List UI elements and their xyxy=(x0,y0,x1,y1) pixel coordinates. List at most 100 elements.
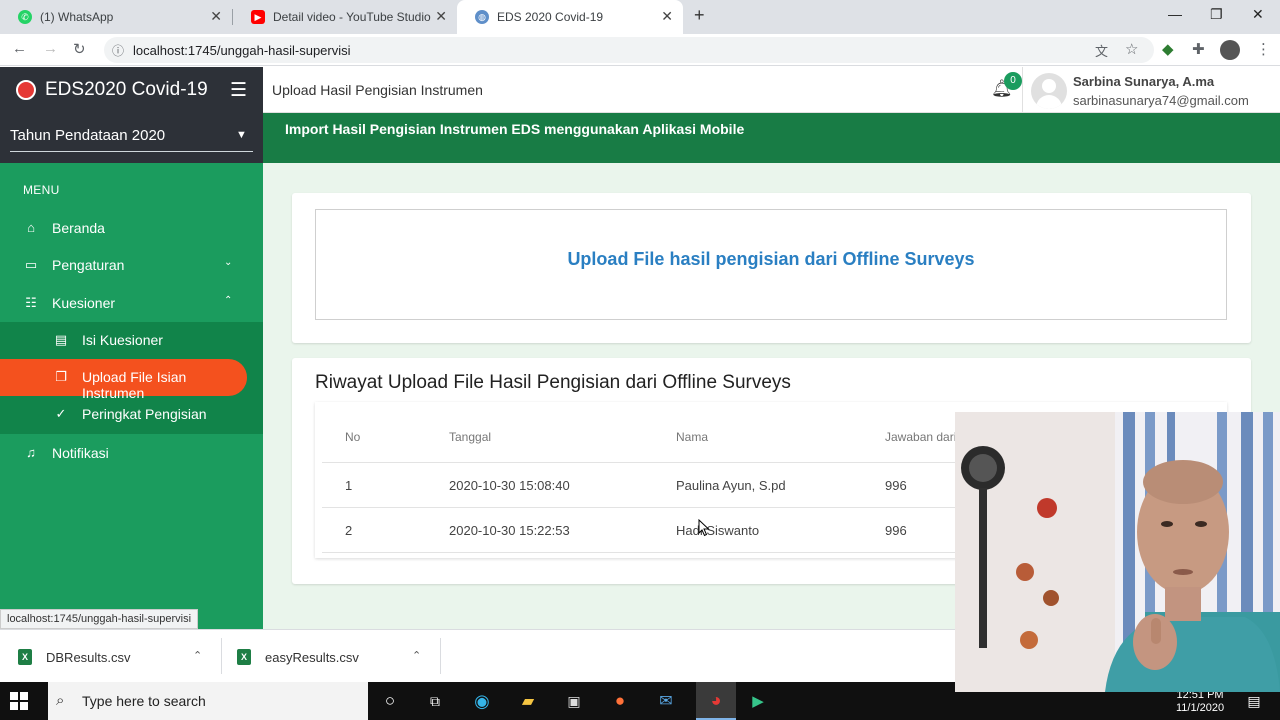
year-select[interactable]: Tahun Pendataan 2020 ▼ xyxy=(0,113,263,163)
copy-icon: ❐ xyxy=(55,369,67,384)
sidebar-item-notifikasi[interactable]: ♫ Notifikasi xyxy=(0,435,263,472)
csv-file-icon: X xyxy=(237,649,251,665)
sidebar-item-isi-kuesioner[interactable]: ▤ Isi Kuesioner xyxy=(0,322,263,359)
app-title: EDS2020 Covid-19 xyxy=(45,79,208,100)
avatar[interactable] xyxy=(1031,73,1067,109)
table-cell-no: 2 xyxy=(345,523,353,538)
hamburger-icon[interactable]: ☰ xyxy=(230,79,247,102)
user-name: Sarbina Sunarya, A.ma xyxy=(1073,74,1215,89)
chevron-up-icon: ⌃ xyxy=(224,295,233,306)
sidebar-item-kuesioner[interactable]: ☷ Kuesioner ⌃ xyxy=(0,285,263,322)
info-icon[interactable]: ⓘ xyxy=(112,42,124,59)
sidebar-item-peringkat[interactable]: ✓ Peringkat Pengisian xyxy=(0,396,263,433)
notification-badge: 0 xyxy=(1004,72,1022,90)
table-cell-tanggal: 2020-10-30 15:08:40 xyxy=(449,478,570,493)
column-header-nama[interactable]: Nama xyxy=(676,430,708,444)
reload-icon[interactable]: ↻ xyxy=(73,40,86,58)
file-explorer-icon[interactable]: ▰ xyxy=(514,687,542,715)
tab-whatsapp[interactable]: ✆ (1) WhatsApp ✕ xyxy=(0,0,232,34)
avatar-body xyxy=(1036,95,1062,109)
list-icon: ☷ xyxy=(25,295,37,310)
search-placeholder: Type here to search xyxy=(82,693,206,709)
sidebar-item-label: Notifikasi xyxy=(52,445,109,461)
maximize-icon[interactable]: ❐ xyxy=(1210,6,1223,23)
kuesioner-submenu: ▤ Isi Kuesioner ❐ Upload File Isian Inst… xyxy=(0,322,263,434)
sidebar-item-pengaturan[interactable]: ▭ Pengaturan ⌄ xyxy=(0,247,263,284)
download-filename: easyResults.csv xyxy=(265,650,359,665)
csv-file-icon: X xyxy=(18,649,32,665)
taskbar-search[interactable]: ⌕ Type here to search xyxy=(48,682,368,720)
cortana-icon[interactable]: ○ xyxy=(376,687,404,715)
webcam-video-image xyxy=(955,412,1280,692)
column-header-tanggal[interactable]: Tanggal xyxy=(449,430,491,444)
mail-icon[interactable]: ✉ xyxy=(652,687,680,715)
firefox-icon[interactable]: ● xyxy=(606,687,634,715)
page-banner: Import Hasil Pengisian Instrumen EDS men… xyxy=(263,113,1280,163)
close-icon[interactable]: ✕ xyxy=(435,8,447,25)
window-close-icon[interactable]: ✕ xyxy=(1252,6,1264,23)
table-cell-nama: Hadi Siswanto xyxy=(676,523,760,538)
download-item[interactable]: X easyResults.csv ⌃ xyxy=(219,630,439,683)
divider xyxy=(440,638,441,674)
task-view-icon[interactable]: ⧉ xyxy=(421,687,449,715)
menu-header: MENU xyxy=(23,183,60,197)
chrome-icon[interactable]: ◕ xyxy=(696,682,736,720)
sidebar-item-upload-file[interactable]: ❐ Upload File Isian Instrumen xyxy=(0,359,247,401)
status-url: localhost:1745/unggah-hasil-supervisi xyxy=(0,609,199,629)
brand-bar: EDS2020 Covid-19 ☰ xyxy=(0,67,263,113)
table-cell-no: 1 xyxy=(345,478,353,493)
app-logo-icon xyxy=(16,80,36,100)
chevron-up-icon[interactable]: ⌃ xyxy=(412,649,421,662)
table-cell-jawaban: 996 xyxy=(885,478,907,493)
clock-date: 11/1/2020 xyxy=(1176,702,1225,714)
profile-icon[interactable] xyxy=(1220,40,1240,60)
browser-tab-strip: ✆ (1) WhatsApp ✕ ▶ Detail video - YouTub… xyxy=(0,0,1280,34)
download-item[interactable]: X DBResults.csv ⌃ xyxy=(0,630,220,683)
globe-icon: ◍ xyxy=(475,10,489,24)
tab-eds[interactable]: ◍ EDS 2020 Covid-19 ✕ xyxy=(457,0,683,34)
app-icon[interactable]: ▶ xyxy=(744,687,772,715)
forward-icon[interactable]: → xyxy=(43,40,58,57)
tab-label: (1) WhatsApp xyxy=(40,10,114,24)
edge-icon[interactable]: ◉ xyxy=(468,687,496,715)
search-icon: ⌕ xyxy=(56,692,65,709)
store-icon[interactable]: ▣ xyxy=(560,687,588,715)
chevron-up-icon[interactable]: ⌃ xyxy=(193,649,202,662)
caret-down-icon: ▼ xyxy=(236,129,247,141)
whatsapp-icon: ✆ xyxy=(18,10,32,24)
upload-dropzone[interactable]: Upload File hasil pengisian dari Offline… xyxy=(315,209,1227,320)
upload-link[interactable]: Upload File hasil pengisian dari Offline… xyxy=(316,249,1226,270)
webcam-overlay xyxy=(955,412,1280,692)
table-cell-nama: Paulina Ayun, S.pd xyxy=(676,478,786,493)
youtube-icon: ▶ xyxy=(251,10,265,24)
close-icon[interactable]: ✕ xyxy=(210,8,222,25)
avatar-head xyxy=(1042,79,1056,93)
mouse-cursor-icon xyxy=(698,519,710,537)
translate-icon[interactable]: 文 xyxy=(1095,41,1108,60)
puzzle-icon[interactable]: ✚ xyxy=(1192,40,1205,58)
kebab-menu-icon[interactable]: ⋮ xyxy=(1256,40,1271,58)
column-header-no[interactable]: No xyxy=(345,430,360,444)
sidebar-item-beranda[interactable]: ⌂ Beranda xyxy=(0,210,263,247)
column-header-jawaban[interactable]: Jawaban dari xyxy=(885,430,956,444)
upload-card: Upload File hasil pengisian dari Offline… xyxy=(292,193,1251,343)
star-icon[interactable]: ☆ xyxy=(1125,40,1138,58)
tab-youtube-studio[interactable]: ▶ Detail video - YouTube Studio ✕ xyxy=(233,0,457,34)
address-url: localhost:1745/unggah-hasil-supervisi xyxy=(133,43,351,58)
banner-text: Import Hasil Pengisian Instrumen EDS men… xyxy=(285,121,745,137)
system-clock[interactable]: 12:51 PM 11/1/2020 xyxy=(1176,689,1224,715)
sidebar-item-label: Kuesioner xyxy=(52,295,116,311)
download-filename: DBResults.csv xyxy=(46,650,131,665)
browser-toolbar: ← → ↻ ⓘ localhost:1745/unggah-hasil-supe… xyxy=(0,34,1280,66)
close-icon[interactable]: ✕ xyxy=(661,8,673,25)
windows-start-icon[interactable] xyxy=(10,692,28,710)
form-icon: ▤ xyxy=(54,332,68,347)
sidebar-item-label: Peringkat Pengisian xyxy=(82,406,207,422)
minimize-icon[interactable]: — xyxy=(1168,6,1182,22)
address-bar[interactable]: ⓘ localhost:1745/unggah-hasil-supervisi xyxy=(104,37,1154,63)
history-title: Riwayat Upload File Hasil Pengisian dari… xyxy=(315,372,791,393)
new-tab-button[interactable]: + xyxy=(694,5,705,26)
back-icon[interactable]: ← xyxy=(12,40,27,57)
extension-icon[interactable]: ◆ xyxy=(1162,40,1174,58)
check-circle-icon: ✓ xyxy=(55,406,67,421)
